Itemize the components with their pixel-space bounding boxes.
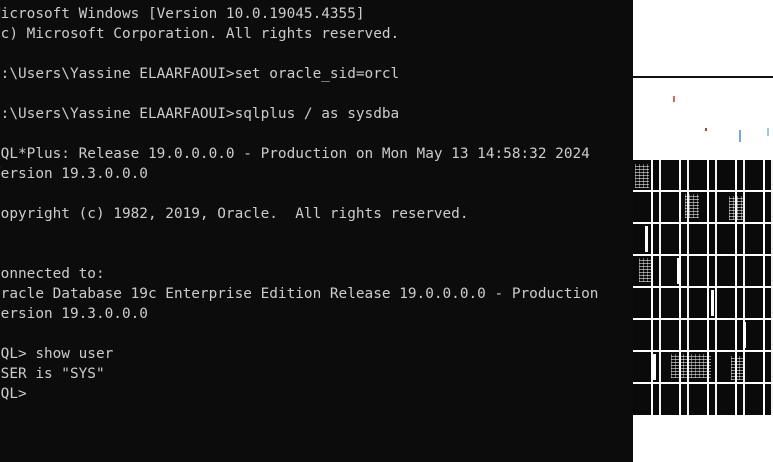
console-line: Microsoft Windows [Version 10.0.19045.43… xyxy=(0,6,365,22)
console-line: C:\Users\Yassine ELAARFAOUI>set oracle_s… xyxy=(0,66,400,82)
tile-bar xyxy=(711,290,714,316)
console-line: USER is "SYS" xyxy=(0,366,105,382)
console-line: Version 19.3.0.0.0 xyxy=(0,306,148,322)
tile-noise xyxy=(639,258,653,282)
console-line: SQL*Plus: Release 19.0.0.0.0 - Productio… xyxy=(0,146,590,162)
tile-gap xyxy=(633,318,773,320)
console-prompt-line[interactable]: SQL> xyxy=(0,384,598,404)
console-line: Version 19.3.0.0.0 xyxy=(0,166,148,182)
console-line: SQL> show user xyxy=(0,346,114,362)
artifact-speck xyxy=(705,128,707,131)
tile-bar xyxy=(645,226,648,252)
window-edge-line xyxy=(633,76,773,78)
tile-bar xyxy=(653,354,656,380)
background-window-fragment xyxy=(633,0,773,462)
tile-bar xyxy=(743,322,746,348)
artifact-speck xyxy=(739,130,741,142)
tile-gap xyxy=(633,222,773,224)
tile-gap xyxy=(633,382,773,384)
tile-noise xyxy=(685,194,699,218)
screenshot-stage: Microsoft Windows [Version 10.0.19045.43… xyxy=(0,0,773,462)
tile-gap xyxy=(633,350,773,352)
tile-gap xyxy=(633,190,773,192)
console-line: (c) Microsoft Corporation. All rights re… xyxy=(0,26,400,42)
command-prompt-console[interactable]: Microsoft Windows [Version 10.0.19045.43… xyxy=(0,0,633,462)
artifact-speck xyxy=(767,128,769,136)
glitched-tile-area xyxy=(633,160,773,415)
artifact-speck xyxy=(673,96,675,102)
tile-noise xyxy=(729,196,743,220)
tile-gap xyxy=(633,286,773,288)
tile-noise xyxy=(731,356,745,380)
console-line: Copyright (c) 1982, 2019, Oracle. All ri… xyxy=(0,206,469,222)
console-line: Oracle Database 19c Enterprise Edition R… xyxy=(0,286,599,302)
tile-gap xyxy=(633,254,773,256)
tile-noise xyxy=(635,164,649,188)
tile-noise xyxy=(671,354,711,378)
console-output: Microsoft Windows [Version 10.0.19045.43… xyxy=(0,4,598,404)
console-line: C:\Users\Yassine ELAARFAOUI>sqlplus / as… xyxy=(0,106,400,122)
console-line: Connected to: xyxy=(0,266,105,282)
tile-bar xyxy=(677,258,680,284)
